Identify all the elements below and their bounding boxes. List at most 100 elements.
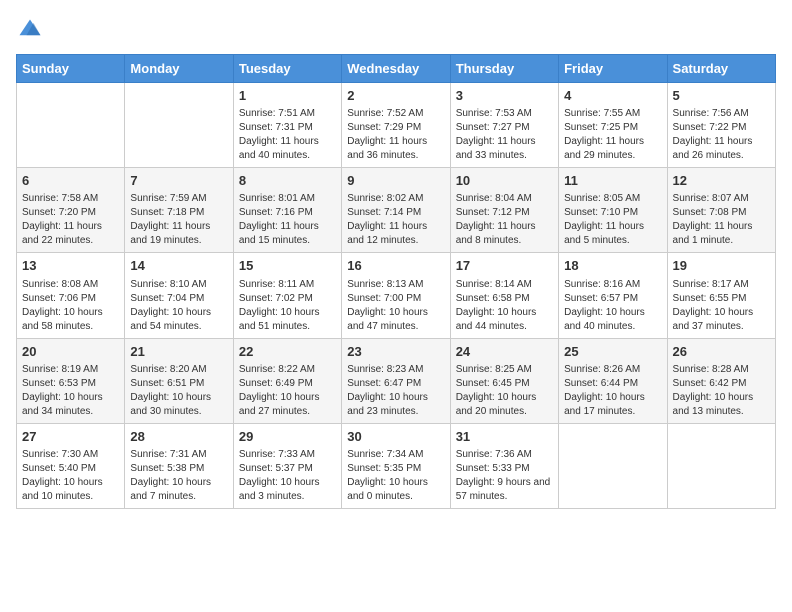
day-number: 25 [564,343,661,361]
day-info: Sunrise: 7:52 AM Sunset: 7:29 PM Dayligh… [347,107,444,163]
day-number: 10 [456,172,553,190]
day-info: Sunrise: 7:30 AM Sunset: 5:40 PM Dayligh… [22,448,119,504]
day-info: Sunrise: 7:58 AM Sunset: 7:20 PM Dayligh… [22,192,119,248]
day-info: Sunrise: 8:11 AM Sunset: 7:02 PM Dayligh… [239,278,336,334]
calendar-cell: 3 Sunrise: 7:53 AM Sunset: 7:27 PM Daylig… [450,83,558,168]
day-info: Sunrise: 8:07 AM Sunset: 7:08 PM Dayligh… [673,192,770,248]
day-info: Sunrise: 7:34 AM Sunset: 5:35 PM Dayligh… [347,448,444,504]
weekday-header: Friday [559,55,667,83]
calendar-cell: 23Sunrise: 8:23 AM Sunset: 6:47 PM Dayli… [342,338,450,423]
weekday-header: Sunday [17,55,125,83]
calendar-cell: 26 Sunrise: 8:28 AM Sunset: 6:42 PM Dayli… [667,338,775,423]
day-number: 24 [456,343,553,361]
day-info: Sunrise: 8:28 AM Sunset: 6:42 PM Dayligh… [673,363,770,419]
day-info: Sunrise: 8:10 AM Sunset: 7:04 PM Dayligh… [130,278,227,334]
day-number: 16 [347,257,444,275]
day-info: Sunrise: 8:16 AM Sunset: 6:57 PM Dayligh… [564,278,661,334]
calendar-cell: 11 Sunrise: 8:05 AM Sunset: 7:10 PM Dayli… [559,168,667,253]
day-info: Sunrise: 8:04 AM Sunset: 7:12 PM Dayligh… [456,192,553,248]
calendar-cell [667,423,775,508]
calendar-cell: 7Sunrise: 7:59 AM Sunset: 7:18 PM Daylig… [125,168,233,253]
day-number: 5 [673,87,770,105]
day-info: Sunrise: 8:13 AM Sunset: 7:00 PM Dayligh… [347,278,444,334]
day-info: Sunrise: 7:59 AM Sunset: 7:18 PM Dayligh… [130,192,227,248]
day-info: Sunrise: 7:36 AM Sunset: 5:33 PM Dayligh… [456,448,553,504]
weekday-header: Tuesday [233,55,341,83]
day-info: Sunrise: 7:53 AM Sunset: 7:27 PM Dayligh… [456,107,553,163]
calendar-cell [125,83,233,168]
calendar-cell: 30 Sunrise: 7:34 AM Sunset: 5:35 PM Dayli… [342,423,450,508]
day-info: Sunrise: 8:17 AM Sunset: 6:55 PM Dayligh… [673,278,770,334]
weekday-header: Monday [125,55,233,83]
day-number: 1 [239,87,336,105]
calendar-cell: 22 Sunrise: 8:22 AM Sunset: 6:49 PM Dayli… [233,338,341,423]
calendar-cell: 13 Sunrise: 8:08 AM Sunset: 7:06 PM Dayli… [17,253,125,338]
calendar-cell: 6 Sunrise: 7:58 AM Sunset: 7:20 PM Daylig… [17,168,125,253]
calendar-cell: 24 Sunrise: 8:25 AM Sunset: 6:45 PM Dayli… [450,338,558,423]
day-number: 22 [239,343,336,361]
day-number: 26 [673,343,770,361]
day-number: 18 [564,257,661,275]
weekday-header: Saturday [667,55,775,83]
day-info: Sunrise: 8:08 AM Sunset: 7:06 PM Dayligh… [22,278,119,334]
day-number: 3 [456,87,553,105]
day-number: 23 [347,343,444,361]
logo-icon [16,16,44,44]
day-number: 2 [347,87,444,105]
calendar-week-row: 6 Sunrise: 7:58 AM Sunset: 7:20 PM Daylig… [17,168,776,253]
day-info: Sunrise: 7:51 AM Sunset: 7:31 PM Dayligh… [239,107,336,163]
calendar-cell: 15Sunrise: 8:11 AM Sunset: 7:02 PM Dayli… [233,253,341,338]
day-info: Sunrise: 8:05 AM Sunset: 7:10 PM Dayligh… [564,192,661,248]
day-info: Sunrise: 8:22 AM Sunset: 6:49 PM Dayligh… [239,363,336,419]
day-number: 6 [22,172,119,190]
day-info: Sunrise: 8:14 AM Sunset: 6:58 PM Dayligh… [456,278,553,334]
calendar-week-row: 27Sunrise: 7:30 AM Sunset: 5:40 PM Dayli… [17,423,776,508]
day-number: 11 [564,172,661,190]
calendar-cell: 27Sunrise: 7:30 AM Sunset: 5:40 PM Dayli… [17,423,125,508]
day-number: 30 [347,428,444,446]
weekday-row: SundayMondayTuesdayWednesdayThursdayFrid… [17,55,776,83]
day-info: Sunrise: 7:55 AM Sunset: 7:25 PM Dayligh… [564,107,661,163]
calendar-cell: 20Sunrise: 8:19 AM Sunset: 6:53 PM Dayli… [17,338,125,423]
page-header [16,16,776,44]
calendar-body: 1 Sunrise: 7:51 AM Sunset: 7:31 PM Daylig… [17,83,776,509]
calendar-cell: 4 Sunrise: 7:55 AM Sunset: 7:25 PM Daylig… [559,83,667,168]
calendar-cell: 10 Sunrise: 8:04 AM Sunset: 7:12 PM Dayli… [450,168,558,253]
calendar-week-row: 20Sunrise: 8:19 AM Sunset: 6:53 PM Dayli… [17,338,776,423]
calendar-week-row: 13 Sunrise: 8:08 AM Sunset: 7:06 PM Dayli… [17,253,776,338]
calendar-cell: 16 Sunrise: 8:13 AM Sunset: 7:00 PM Dayli… [342,253,450,338]
weekday-header: Thursday [450,55,558,83]
calendar-cell: 12 Sunrise: 8:07 AM Sunset: 7:08 PM Dayli… [667,168,775,253]
day-info: Sunrise: 8:02 AM Sunset: 7:14 PM Dayligh… [347,192,444,248]
day-number: 12 [673,172,770,190]
day-info: Sunrise: 8:20 AM Sunset: 6:51 PM Dayligh… [130,363,227,419]
day-info: Sunrise: 7:56 AM Sunset: 7:22 PM Dayligh… [673,107,770,163]
calendar-cell: 28Sunrise: 7:31 AM Sunset: 5:38 PM Dayli… [125,423,233,508]
calendar-cell: 14 Sunrise: 8:10 AM Sunset: 7:04 PM Dayli… [125,253,233,338]
day-number: 14 [130,257,227,275]
day-number: 9 [347,172,444,190]
day-info: Sunrise: 7:33 AM Sunset: 5:37 PM Dayligh… [239,448,336,504]
calendar-cell: 25 Sunrise: 8:26 AM Sunset: 6:44 PM Dayli… [559,338,667,423]
day-info: Sunrise: 8:01 AM Sunset: 7:16 PM Dayligh… [239,192,336,248]
day-number: 4 [564,87,661,105]
calendar-cell: 19 Sunrise: 8:17 AM Sunset: 6:55 PM Dayli… [667,253,775,338]
weekday-header: Wednesday [342,55,450,83]
day-number: 29 [239,428,336,446]
calendar-cell: 8Sunrise: 8:01 AM Sunset: 7:16 PM Daylig… [233,168,341,253]
day-info: Sunrise: 8:26 AM Sunset: 6:44 PM Dayligh… [564,363,661,419]
logo [16,16,48,44]
calendar-table: SundayMondayTuesdayWednesdayThursdayFrid… [16,54,776,509]
calendar-cell: 5 Sunrise: 7:56 AM Sunset: 7:22 PM Daylig… [667,83,775,168]
day-number: 21 [130,343,227,361]
calendar-header: SundayMondayTuesdayWednesdayThursdayFrid… [17,55,776,83]
calendar-week-row: 1 Sunrise: 7:51 AM Sunset: 7:31 PM Daylig… [17,83,776,168]
calendar-cell: 21 Sunrise: 8:20 AM Sunset: 6:51 PM Dayli… [125,338,233,423]
day-number: 20 [22,343,119,361]
day-info: Sunrise: 8:25 AM Sunset: 6:45 PM Dayligh… [456,363,553,419]
calendar-cell [17,83,125,168]
day-number: 19 [673,257,770,275]
day-number: 13 [22,257,119,275]
calendar-cell: 9 Sunrise: 8:02 AM Sunset: 7:14 PM Daylig… [342,168,450,253]
day-number: 28 [130,428,227,446]
